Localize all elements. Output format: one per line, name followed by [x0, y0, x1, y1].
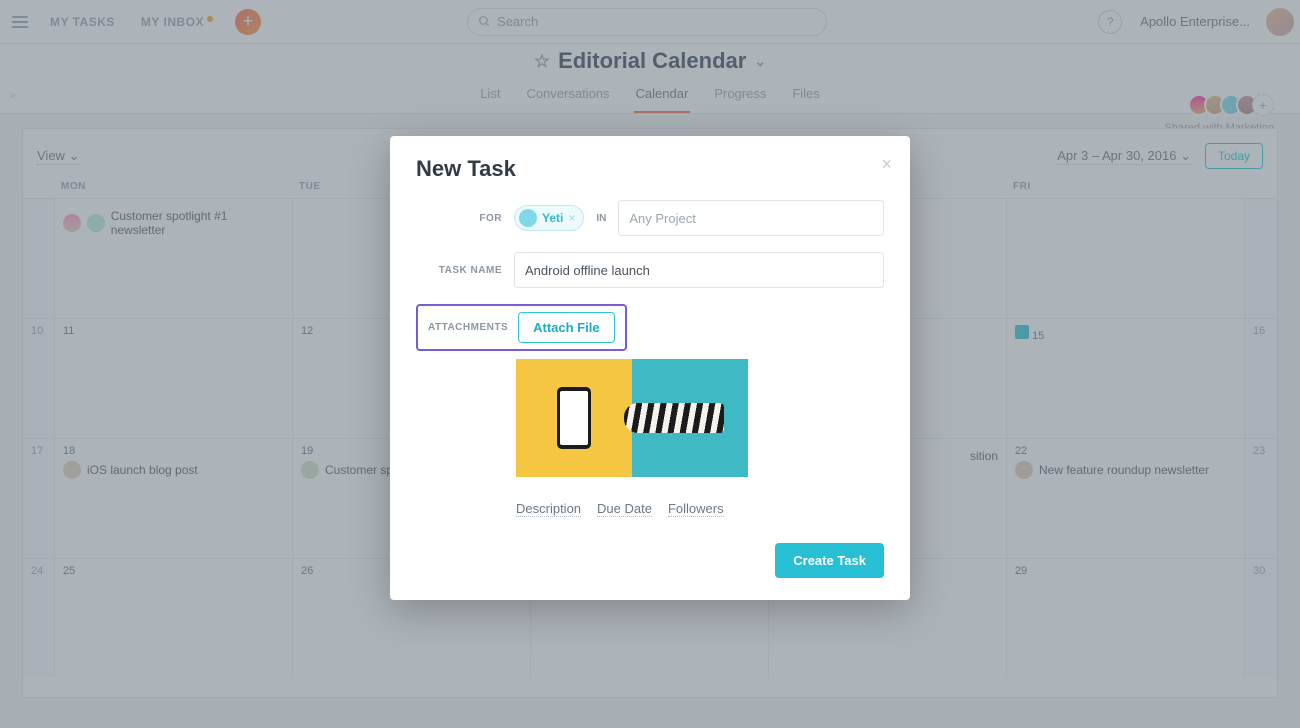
remove-assignee-icon[interactable]: ×	[568, 211, 575, 225]
task-name-input[interactable]	[514, 252, 884, 288]
add-due-date-link[interactable]: Due Date	[597, 501, 652, 517]
attachments-group: ATTACHMENTS Attach File	[416, 304, 627, 351]
arm-graphic	[624, 403, 724, 433]
meta-links: Description Due Date Followers	[516, 501, 884, 517]
new-task-modal: New Task × FOR Yeti × IN TASK NAME ATTAC…	[390, 136, 910, 600]
add-description-link[interactable]: Description	[516, 501, 581, 517]
phone-icon	[557, 387, 591, 449]
assignee-name: Yeti	[542, 211, 563, 225]
for-label: FOR	[416, 213, 502, 224]
project-input[interactable]	[618, 200, 884, 236]
add-followers-link[interactable]: Followers	[668, 501, 724, 517]
modal-overlay[interactable]: New Task × FOR Yeti × IN TASK NAME ATTAC…	[0, 0, 1300, 728]
attach-file-button[interactable]: Attach File	[518, 312, 614, 343]
assignee-avatar	[519, 209, 537, 227]
modal-title: New Task	[416, 156, 884, 182]
task-name-label: TASK NAME	[416, 265, 502, 276]
close-icon[interactable]: ×	[881, 154, 892, 175]
in-label: IN	[596, 213, 606, 224]
create-task-button[interactable]: Create Task	[775, 543, 884, 578]
assignee-pill[interactable]: Yeti ×	[514, 205, 584, 231]
attachment-thumbnail[interactable]	[516, 359, 748, 477]
attachments-label: ATTACHMENTS	[428, 322, 508, 333]
